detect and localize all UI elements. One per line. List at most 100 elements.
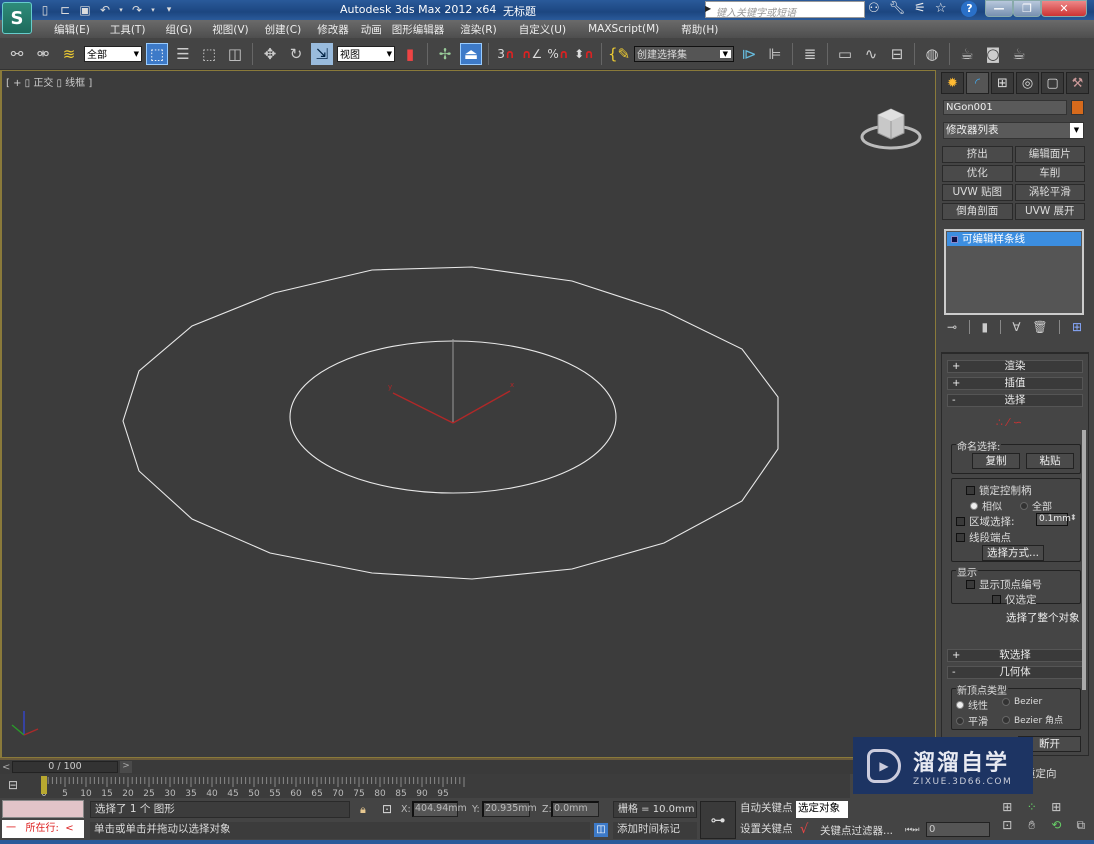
linear-radio[interactable]: 线性 — [956, 697, 988, 712]
maximize-viewport-icon[interactable]: ⧉ — [1070, 818, 1093, 833]
lathe-button[interactable]: 车削 — [1014, 165, 1085, 182]
display-tab[interactable]: ▢ — [1041, 72, 1064, 94]
menu-rendering[interactable]: 渲染(R) — [450, 22, 505, 37]
rollout-selection[interactable]: - 选择 — [947, 394, 1083, 407]
rollout-interpolation[interactable]: + 插值 — [947, 377, 1083, 390]
pan-icon[interactable]: ✋︎ — [1021, 818, 1044, 833]
spinner-snap-icon[interactable]: ⬍ ∩ — [573, 43, 595, 65]
pivot-icon[interactable]: ▮ — [399, 43, 421, 65]
set-key-mode-button[interactable]: 设置关键点 — [738, 822, 794, 839]
edit-patch-button[interactable]: 编辑面片 — [1014, 146, 1085, 163]
spline-level-icon[interactable]: ∽ — [1013, 416, 1026, 429]
curve-editor-icon[interactable]: ∿ — [860, 43, 882, 65]
edit-named-sel-icon[interactable]: {✎ — [608, 43, 630, 65]
make-unique-icon[interactable]: ∀ — [1012, 320, 1020, 334]
ref-coord-dropdown[interactable]: 视图 ▼ — [337, 45, 395, 62]
set-key-button[interactable]: ⊶ — [700, 801, 736, 839]
orbit-icon[interactable]: ⟲ — [1045, 818, 1068, 833]
wrench-icon[interactable]: 🔧︎ — [889, 1, 906, 17]
bezier-radio[interactable]: Bezier — [1002, 697, 1042, 707]
motion-tab[interactable]: ◎ — [1016, 72, 1039, 94]
segment-end-checkbox[interactable]: 线段端点 — [956, 530, 1011, 545]
customize-dropdown-icon[interactable]: ▾ — [162, 3, 176, 17]
menu-tools[interactable]: 工具(T) — [98, 22, 154, 37]
maxscript-listener-output[interactable]: 一 所在行: < — [2, 820, 84, 838]
x-coordinate-field[interactable]: 404.94mm — [412, 801, 467, 817]
create-tab[interactable]: ✹ — [941, 72, 964, 94]
redo-icon[interactable]: ↷ — [130, 3, 144, 17]
hierarchy-tab[interactable]: ⊞ — [991, 72, 1014, 94]
binoculars-icon[interactable]: ⚇ — [868, 1, 880, 17]
spinner-arrows-icon[interactable]: ⬍ — [1070, 513, 1077, 522]
z-coordinate-field[interactable]: 0.0mm — [551, 801, 599, 817]
all-radio[interactable]: 全部 — [1020, 498, 1052, 513]
graphite-icon[interactable]: ▭ — [834, 43, 856, 65]
paste-button[interactable]: 粘贴 — [1026, 453, 1074, 469]
help-icon[interactable]: ? — [961, 1, 978, 17]
maxscript-listener-input[interactable] — [2, 800, 84, 818]
time-next-button[interactable]: > — [120, 761, 132, 773]
time-prev-button[interactable]: < — [2, 762, 10, 773]
menu-customize[interactable]: 自定义(U) — [505, 22, 574, 37]
turbosmooth-button[interactable]: 涡轮平滑 — [1014, 184, 1085, 201]
scale-icon[interactable]: ⇲ — [311, 42, 333, 65]
area-selection-spinner[interactable]: 0.1mm — [1036, 513, 1071, 526]
auto-key-button[interactable]: 自动关键点 — [738, 801, 794, 818]
rect-selection-icon[interactable]: ⬚ — [198, 43, 220, 65]
snap-3-icon[interactable]: 3 ∩ — [495, 43, 517, 65]
search-input[interactable]: 键入关键字或短语 — [705, 1, 865, 19]
rollout-render[interactable]: + 渲染 — [947, 360, 1083, 373]
layer-manager-icon[interactable]: ≣ — [799, 43, 821, 65]
link-icon[interactable]: ⚯ — [6, 43, 28, 65]
copy-button[interactable]: 复制 — [972, 453, 1020, 469]
star-icon[interactable]: ☆ — [935, 1, 947, 17]
manipulate-icon[interactable]: ✢ — [434, 43, 456, 65]
add-time-tag[interactable]: 添加时间标记 — [613, 822, 697, 839]
zoom-all-icon[interactable]: ⁘ — [1021, 800, 1044, 814]
viewport-top[interactable]: [ + ▯ 正交 ▯ 线框 ] y x — [0, 70, 936, 758]
isolate-selection-icon[interactable]: ◫ — [594, 823, 608, 837]
optimize-button[interactable]: 优化 — [942, 165, 1013, 182]
menu-group[interactable]: 组(G) — [153, 22, 200, 37]
rollout-soft-selection[interactable]: + 软选择 — [947, 649, 1083, 662]
zoom-extents-all-icon[interactable]: ⊞ — [1045, 800, 1068, 814]
key-filters-button[interactable]: 关键点过滤器... — [820, 823, 893, 838]
track-bar[interactable]: ⊟ 05101520253035404550556065707580859095 — [0, 774, 850, 798]
align-icon[interactable]: ⊫ — [764, 43, 786, 65]
rendered-frame-icon[interactable]: ◙ — [982, 43, 1004, 65]
menu-modifiers[interactable]: 修改器 — [309, 22, 357, 37]
show-end-result-icon[interactable]: ▮ — [981, 320, 988, 334]
close-button[interactable]: ✕ — [1041, 0, 1087, 17]
render-setup-icon[interactable]: ☕︎ — [956, 43, 978, 65]
menu-views[interactable]: 视图(V) — [200, 22, 256, 37]
stack-item-editable-spline[interactable]: 可编辑样条线 — [947, 232, 1081, 246]
undo-icon[interactable]: ↶ — [98, 3, 112, 17]
pin-stack-icon[interactable]: ⊸ — [947, 320, 957, 334]
current-frame-marker[interactable] — [41, 776, 47, 794]
area-selection-checkbox[interactable]: 区域选择: — [956, 514, 1015, 529]
vertex-level-icon[interactable]: ∴ — [996, 416, 1007, 429]
satellite-icon[interactable]: ⚟ — [914, 1, 926, 17]
zoom-extents-icon[interactable]: ⊞ — [996, 800, 1019, 814]
alike-radio[interactable]: 相似 — [970, 498, 1002, 513]
menu-graph-editors[interactable]: 图形编辑器 — [386, 22, 451, 37]
undo-dropdown-icon[interactable]: ▾ — [118, 3, 124, 17]
field-of-view-icon[interactable]: ⊡ — [996, 818, 1019, 833]
bind-spacewarp-icon[interactable]: ≋ — [58, 43, 80, 65]
lock-handles-checkbox[interactable]: 锁定控制柄 — [966, 483, 1032, 498]
absolute-mode-icon[interactable]: ⊡ — [382, 802, 392, 816]
utilities-tab[interactable]: ⚒ — [1066, 72, 1089, 94]
smooth-radio[interactable]: 平滑 — [956, 713, 988, 728]
rotate-icon[interactable]: ↻ — [285, 43, 307, 65]
bevel-profile-button[interactable]: 倒角剖面 — [942, 203, 1013, 220]
uvw-map-button[interactable]: UVW 贴图 — [942, 184, 1013, 201]
menu-maxscript[interactable]: MAXScript(M) — [574, 23, 667, 35]
object-color-swatch[interactable] — [1071, 100, 1084, 115]
selected-only-checkbox[interactable]: 仅选定 — [992, 592, 1037, 607]
angle-snap-icon[interactable]: ∩ ∠ — [521, 43, 543, 65]
menu-edit[interactable]: 编辑(E) — [46, 22, 98, 37]
minimize-button[interactable]: — — [985, 0, 1013, 17]
move-icon[interactable]: ✥ — [259, 43, 281, 65]
new-file-icon[interactable]: ▯ — [38, 3, 52, 17]
render-icon[interactable]: ☕︎ — [1008, 43, 1030, 65]
